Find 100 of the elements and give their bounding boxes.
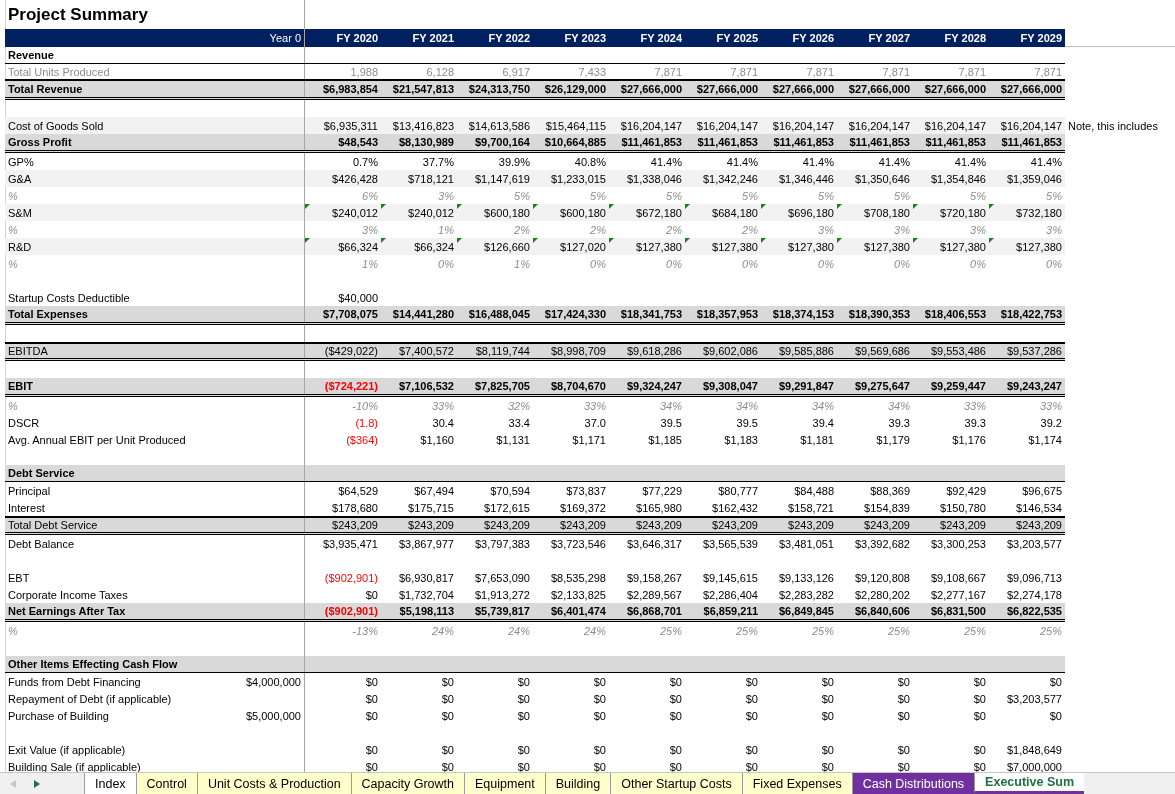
column-header: FY 2023 <box>564 32 606 44</box>
table-cell: (1.8) <box>355 416 378 429</box>
table-cell: $7,106,532 <box>398 380 454 392</box>
table-cell: $1,350,646 <box>854 172 910 185</box>
table-cell: 37.7% <box>422 155 454 168</box>
table-cell: -10% <box>352 399 378 412</box>
table-cell: $18,357,953 <box>696 308 758 320</box>
table-cell: 1,988 <box>350 65 378 78</box>
table-cell: 0.7% <box>352 155 378 168</box>
table-cell: ($364) <box>346 433 378 446</box>
table-cell: $0 <box>517 675 530 688</box>
table-cell: $11,461,853 <box>697 136 758 148</box>
table-cell: $27,666,000 <box>696 83 758 95</box>
table-cell: $127,380 <box>864 240 910 253</box>
table-cell: $0 <box>745 692 758 705</box>
table-cell: $6,822,535 <box>1006 605 1062 617</box>
sheet-tab[interactable]: Fixed Expenses <box>741 773 852 794</box>
sheet-tab[interactable]: Control <box>135 773 197 794</box>
table-cell: 5% <box>590 189 606 202</box>
table-cell: $1,174 <box>1028 433 1062 446</box>
table-cell: 7,871 <box>806 65 834 78</box>
sheet-tab[interactable]: Unit Costs & Production <box>196 773 351 794</box>
column-header: FY 2029 <box>1020 32 1062 44</box>
table-cell: $1,179 <box>876 433 910 446</box>
sheet-tab[interactable]: Cash Distributions <box>851 773 975 794</box>
sheet-tab[interactable]: Index <box>84 773 136 794</box>
table-cell: 25% <box>963 624 986 637</box>
row-label: Repayment of Debt (if applicable) <box>8 692 172 705</box>
table-cell: $1,147,619 <box>474 172 530 185</box>
sheet-tab[interactable]: Capacity Growth <box>350 773 464 794</box>
table-cell: $0 <box>669 709 682 722</box>
table-cell: $0 <box>365 760 378 772</box>
sheet-tab[interactable]: Building <box>544 773 611 794</box>
table-cell: $1,171 <box>572 433 606 446</box>
table-cell: $8,998,709 <box>550 345 606 357</box>
table-cell: $9,158,267 <box>626 571 682 584</box>
table-cell: $0 <box>365 675 378 688</box>
table-cell: $77,229 <box>642 484 682 497</box>
table-cell: $1,342,246 <box>702 172 758 185</box>
table-cell: $0 <box>593 743 606 756</box>
table-cell: $92,429 <box>946 484 986 497</box>
sheet-tab[interactable]: Equipment <box>464 773 545 794</box>
table-cell: $1,913,272 <box>474 588 530 601</box>
column-header: FY 2020 <box>336 32 378 44</box>
table-cell: $1,354,846 <box>930 172 986 185</box>
table-cell: $18,374,153 <box>772 308 834 320</box>
table-cell: $0 <box>1049 675 1062 688</box>
table-cell: $6,401,474 <box>550 605 606 617</box>
table-cell: $9,291,847 <box>778 380 834 392</box>
table-cell: $9,275,647 <box>854 380 910 392</box>
table-cell: $3,300,253 <box>930 537 986 550</box>
table-cell: 5% <box>742 189 758 202</box>
sheet-tab[interactable]: Other Startup Costs <box>610 773 742 794</box>
table-cell: 7,871 <box>730 65 758 78</box>
table-cell: $0 <box>1049 709 1062 722</box>
table-cell: $67,494 <box>414 484 454 497</box>
table-cell: $9,618,286 <box>626 345 682 357</box>
table-cell: $0 <box>441 675 454 688</box>
table-cell: $7,708,075 <box>322 308 378 320</box>
table-cell: 39.2 <box>1040 416 1062 429</box>
table-cell: 33% <box>1039 399 1062 412</box>
table-cell: $48,543 <box>338 136 378 148</box>
table-cell: $178,680 <box>332 501 378 514</box>
table-cell: $0 <box>669 675 682 688</box>
row-label: Gross Profit <box>8 136 72 148</box>
row-label: Debt Service <box>8 467 75 479</box>
table-cell: 0% <box>1046 257 1062 270</box>
table-cell: $40,000 <box>338 291 378 304</box>
row-label: Principal <box>8 484 51 497</box>
table-cell: $64,529 <box>338 484 378 497</box>
table-cell: $66,324 <box>414 240 454 253</box>
table-cell: $5,000,000 <box>245 709 301 722</box>
table-cell: 39.5 <box>660 416 682 429</box>
table-cell: $8,119,744 <box>475 345 530 357</box>
table-cell: 39.3 <box>888 416 910 429</box>
table-cell: $243,209 <box>484 519 530 531</box>
row-label: EBIT <box>8 380 34 392</box>
table-cell: $16,488,045 <box>468 308 530 320</box>
table-cell: $6,840,606 <box>854 605 910 617</box>
table-cell: $5,739,817 <box>474 605 530 617</box>
table-cell: $0 <box>441 760 454 772</box>
scroll-right-icon[interactable] <box>34 779 40 788</box>
table-cell: $127,380 <box>940 240 986 253</box>
row-label: Purchase of Building <box>8 709 109 722</box>
table-cell: 3% <box>1046 223 1062 236</box>
table-cell: $7,400,572 <box>398 345 454 357</box>
table-cell: $96,675 <box>1022 484 1062 497</box>
table-cell: $2,277,167 <box>930 588 986 601</box>
table-cell: $162,432 <box>712 501 758 514</box>
sheet-tab[interactable]: Executive Sum <box>974 773 1085 794</box>
table-cell: $9,243,247 <box>1006 380 1062 392</box>
table-cell: $21,547,813 <box>392 83 454 95</box>
table-cell: 33% <box>583 399 606 412</box>
table-cell: $0 <box>441 709 454 722</box>
column-header: FY 2024 <box>640 32 682 44</box>
table-cell: $3,565,539 <box>702 537 758 550</box>
row-label: Cost of Goods Sold <box>8 119 104 132</box>
row-label: G&A <box>8 172 32 185</box>
table-cell: $9,553,486 <box>930 345 986 357</box>
table-cell: 7,871 <box>654 65 682 78</box>
